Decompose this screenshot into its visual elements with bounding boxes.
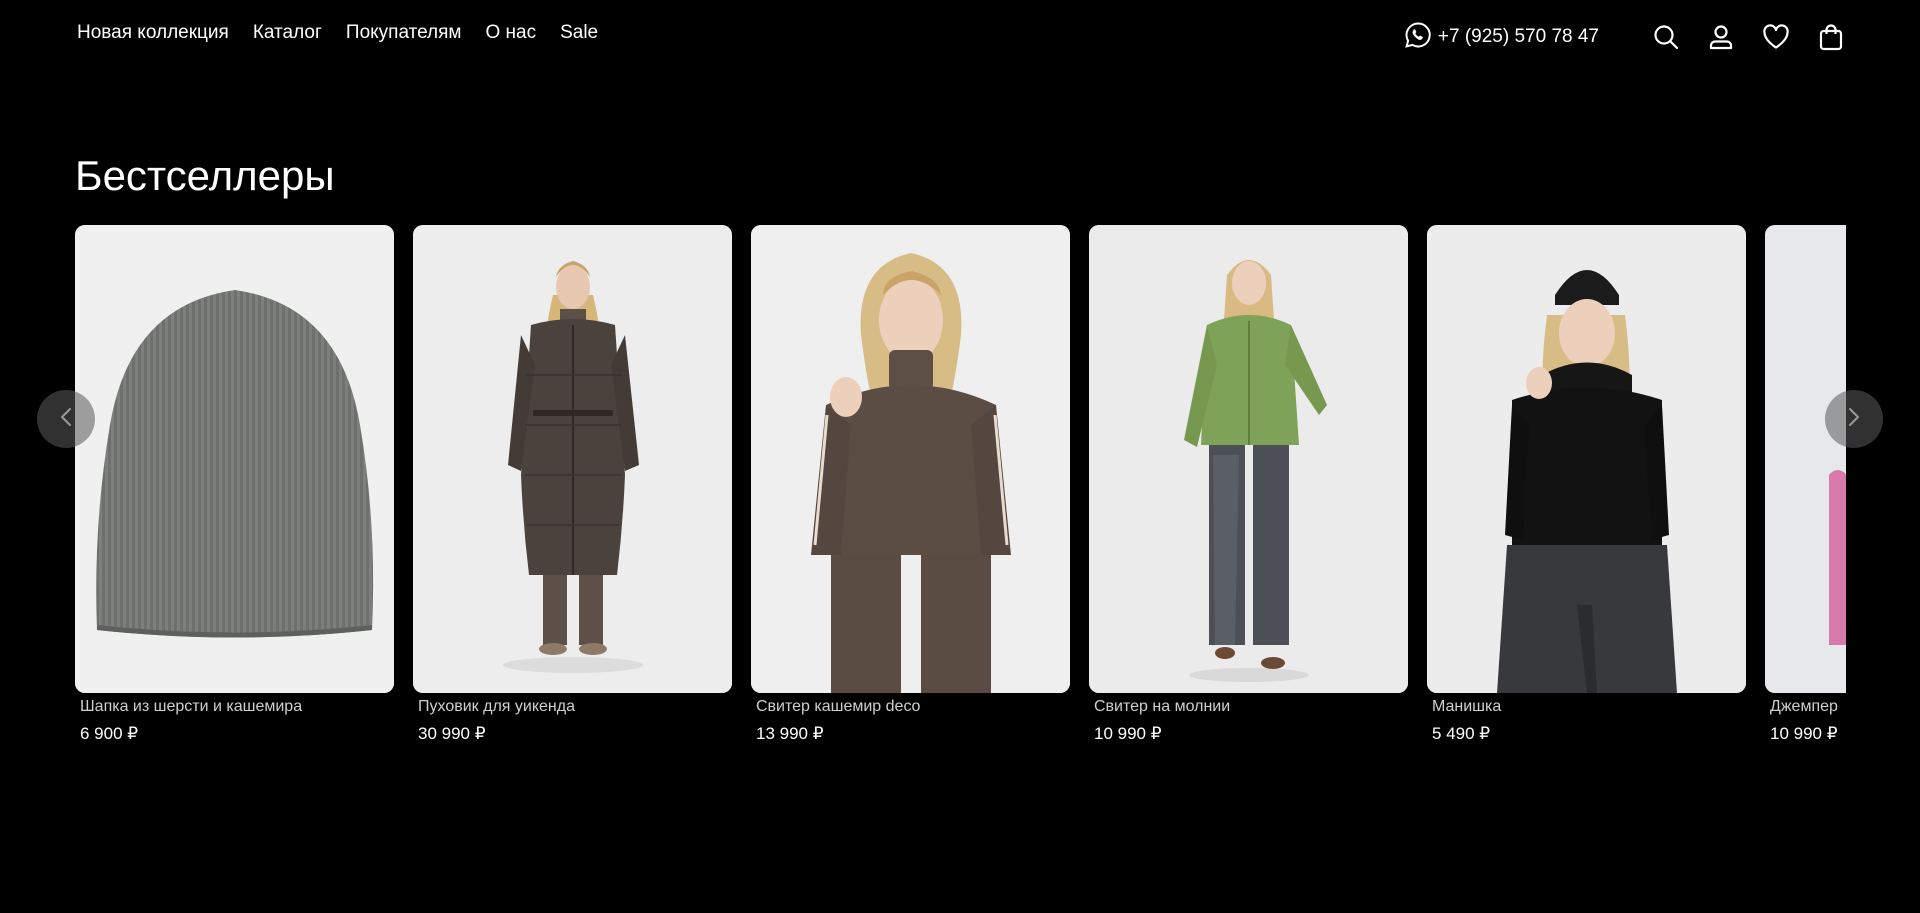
product-price: 10 990 ₽	[1094, 724, 1162, 743]
section-title: Бестселлеры	[75, 152, 335, 199]
product-name[interactable]: Шапка из шерсти и кашемира	[80, 698, 394, 716]
product-card[interactable]: Джемпер 10 990 ₽	[1765, 225, 1846, 744]
nav-new-collection[interactable]: Новая коллекция	[77, 22, 229, 44]
product-image[interactable]	[75, 225, 394, 693]
carousel-track: Шапка из шерсти и кашемира 6 900 ₽ Пухов…	[75, 225, 1846, 744]
heart-icon[interactable]	[1760, 21, 1792, 53]
bestsellers-carousel: Шапка из шерсти и кашемира 6 900 ₽ Пухов…	[75, 225, 1846, 755]
nav-about[interactable]: О нас	[485, 22, 536, 44]
chevron-left-icon	[59, 406, 73, 433]
site-header: Новая коллекция Каталог Покупателям О на…	[0, 0, 1920, 72]
carousel-next-button[interactable]	[1825, 390, 1883, 448]
product-name[interactable]: Манишка	[1432, 698, 1746, 716]
chevron-right-icon	[1847, 406, 1861, 433]
product-card[interactable]: Шапка из шерсти и кашемира 6 900 ₽	[75, 225, 394, 744]
nav-customers[interactable]: Покупателям	[346, 22, 462, 44]
user-icon[interactable]	[1705, 21, 1737, 53]
product-price: 10 990 ₽	[1770, 724, 1838, 743]
nav-catalog[interactable]: Каталог	[253, 22, 322, 44]
product-card[interactable]: Свитер кашемир deco 13 990 ₽	[751, 225, 1070, 744]
product-price: 5 490 ₽	[1432, 724, 1491, 743]
product-price: 13 990 ₽	[756, 724, 824, 743]
phone-number: +7 (925) 570 78 47	[1437, 26, 1599, 47]
bag-icon[interactable]	[1815, 21, 1847, 53]
search-icon[interactable]	[1650, 21, 1682, 53]
product-image[interactable]	[751, 225, 1070, 693]
product-card[interactable]: Свитер на молнии 10 990 ₽	[1089, 225, 1408, 744]
nav-sale[interactable]: Sale	[560, 22, 598, 44]
phone-link[interactable]: +7 (925) 570 78 47	[1404, 21, 1599, 54]
product-price: 30 990 ₽	[418, 724, 486, 743]
main-nav: Новая коллекция Каталог Покупателям О на…	[77, 22, 598, 44]
product-image[interactable]	[1765, 225, 1846, 693]
product-name[interactable]: Пуховик для уикенда	[418, 698, 732, 716]
product-card[interactable]: Пуховик для уикенда 30 990 ₽	[413, 225, 732, 744]
product-name[interactable]: Джемпер	[1770, 698, 1846, 716]
product-card[interactable]: Манишка 5 490 ₽	[1427, 225, 1746, 744]
carousel-prev-button[interactable]	[37, 390, 95, 448]
product-name[interactable]: Свитер кашемир deco	[756, 698, 1070, 716]
product-name[interactable]: Свитер на молнии	[1094, 698, 1408, 716]
product-image[interactable]	[413, 225, 732, 693]
product-price: 6 900 ₽	[80, 724, 139, 743]
header-actions: +7 (925) 570 78 47	[1404, 18, 1847, 56]
product-image[interactable]	[1427, 225, 1746, 693]
product-image[interactable]	[1089, 225, 1408, 693]
whatsapp-icon	[1404, 21, 1432, 54]
